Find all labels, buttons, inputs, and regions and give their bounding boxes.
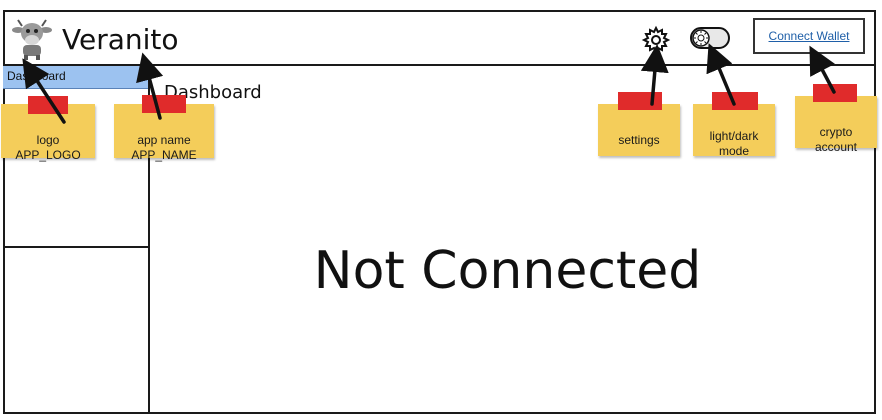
- note-settings-tape: [618, 92, 662, 110]
- connect-wallet-label: Connect Wallet: [768, 29, 850, 43]
- note-settings: settings: [598, 104, 680, 156]
- note-app-name-tape: [142, 95, 186, 113]
- note-account-text: crypto account: [814, 125, 858, 154]
- gear-icon: [641, 25, 671, 55]
- note-settings-text: settings: [618, 133, 660, 147]
- note-logo-tape: [28, 96, 68, 114]
- toggle-icon: [690, 27, 730, 49]
- note-account-tape: [813, 84, 857, 102]
- connect-wallet-button[interactable]: Connect Wallet: [753, 18, 865, 54]
- connection-status: Not Connected: [313, 241, 702, 301]
- app-logo-icon[interactable]: [12, 18, 52, 60]
- note-account: crypto account: [795, 96, 877, 154]
- note-theme: light/dark mode: [693, 104, 775, 158]
- note-theme-tape: [712, 92, 758, 110]
- cow-logo-icon: [12, 19, 52, 60]
- note-logo-text: logo APP_LOGO: [15, 133, 81, 162]
- note-theme-text: light/dark mode: [709, 129, 759, 158]
- settings-button[interactable]: [641, 25, 671, 55]
- app-name: Veranito: [62, 23, 179, 56]
- theme-toggle[interactable]: [690, 26, 730, 50]
- sidebar-item-dashboard[interactable]: Dashboard: [3, 66, 148, 89]
- sidebar-divider: [3, 246, 150, 248]
- note-app-name-text: app name APP_NAME: [131, 133, 197, 162]
